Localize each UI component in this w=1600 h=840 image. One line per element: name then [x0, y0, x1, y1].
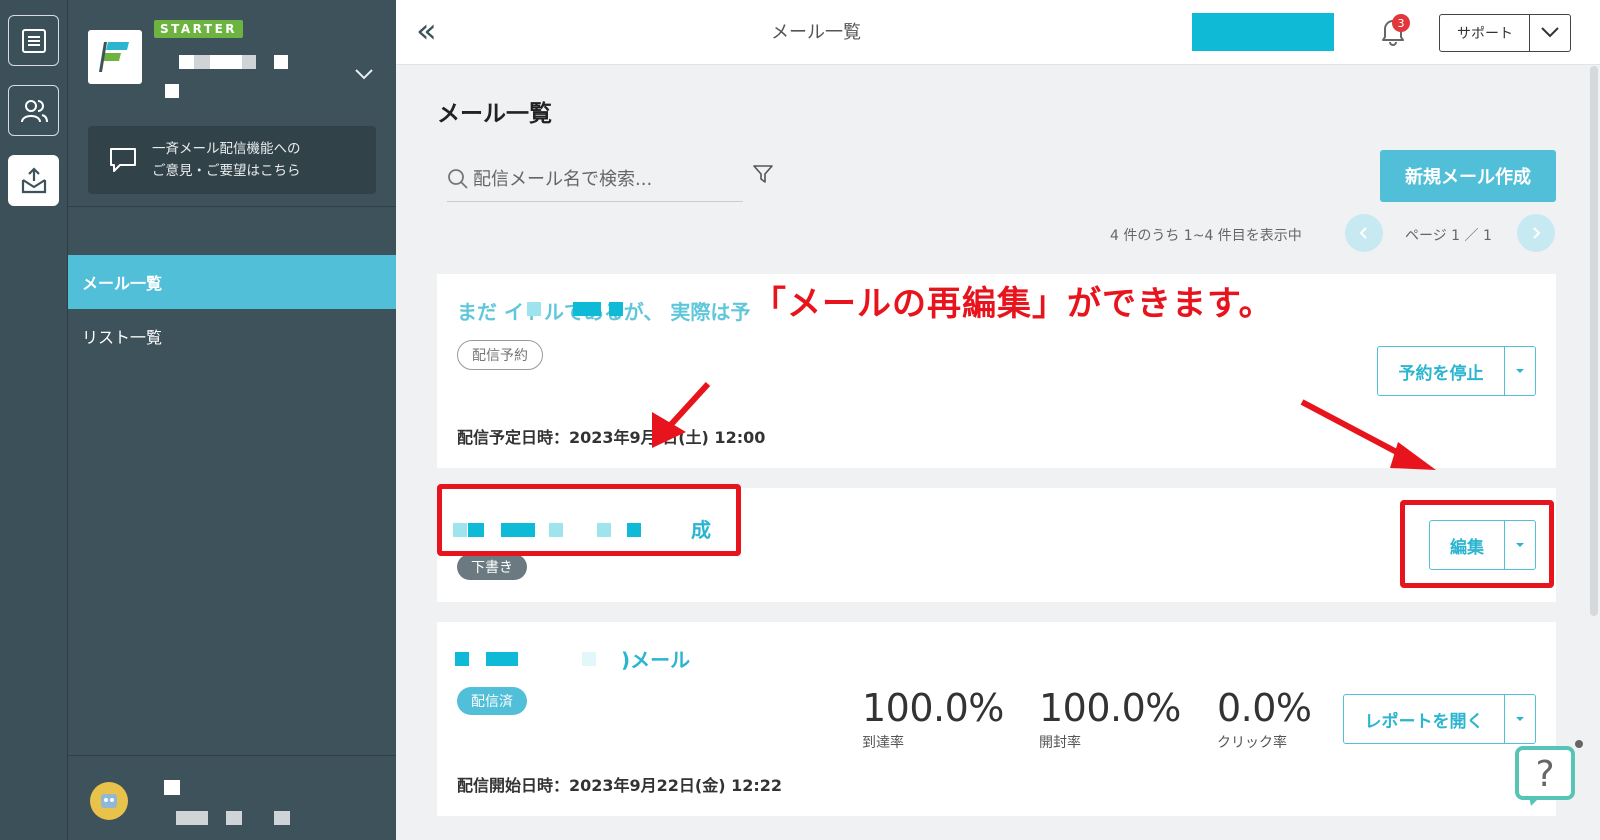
account-name-redacted [242, 55, 256, 69]
open-report-button[interactable]: レポートを開く [1343, 694, 1536, 744]
feedback-line: 一斉メール配信機能への [152, 141, 301, 157]
mail-title[interactable]: まだ イトルであるが、 実際は予 [457, 296, 750, 325]
caret-down-icon[interactable] [1504, 347, 1534, 395]
account-name-redacted [165, 84, 179, 98]
account-name-redacted [210, 55, 242, 69]
nav-label: メール一覧 [82, 274, 163, 293]
title-redacted [573, 302, 601, 316]
notification-badge: 3 [1392, 14, 1410, 32]
stop-schedule-label: 予約を停止 [1398, 363, 1484, 384]
caret-down-icon[interactable] [1504, 695, 1534, 743]
divider [68, 206, 396, 207]
divider [68, 755, 396, 756]
page-title: メール一覧 [437, 101, 552, 127]
stat-value: 100.0% [862, 686, 1004, 730]
feedback-link[interactable]: 一斉メール配信機能への ご意見・ご要望はこちら [88, 126, 376, 194]
speech-bubble-icon [110, 148, 136, 172]
open-rate: 100.0% 開封率 [1039, 686, 1181, 752]
prev-page-button[interactable] [1345, 214, 1383, 252]
new-mail-button[interactable]: 新規メール作成 [1380, 150, 1556, 202]
mail-send-icon[interactable] [8, 155, 59, 206]
chevron-left-icon [1359, 227, 1367, 239]
stat-label: クリック率 [1217, 735, 1287, 751]
users-icon[interactable] [8, 85, 59, 136]
title-redacted [582, 652, 596, 666]
redacted-banner [1192, 13, 1334, 51]
list-icon[interactable] [8, 15, 59, 66]
stop-schedule-button[interactable]: 予約を停止 [1377, 346, 1536, 396]
title-redacted [486, 652, 518, 666]
support-dropdown[interactable]: サポート [1439, 14, 1571, 52]
scheduled-date: 配信予定日時：2023年9月 日(土) 12:00 [457, 428, 766, 447]
mail-title[interactable]: )メール [621, 644, 690, 673]
annotation-text: 「メールの再編集」ができます。 [752, 284, 1274, 324]
stat-label: 開封率 [1039, 735, 1081, 751]
header-title: メール一覧 [771, 22, 861, 43]
annotation-highlight-edit [1400, 500, 1554, 588]
stat-label: 到達率 [862, 735, 904, 751]
feedback-line: ご意見・ご要望はこちら [152, 163, 301, 179]
nav-label: リスト一覧 [82, 328, 163, 347]
account-name-redacted [274, 55, 288, 69]
filter-icon[interactable] [752, 163, 774, 185]
title-redacted [527, 302, 541, 316]
chevron-down-icon[interactable] [354, 66, 374, 85]
chevron-down-icon [1541, 27, 1559, 38]
app-logo [88, 30, 142, 84]
mail-card[interactable]: )メール 配信済 100.0% 到達率 100.0% 開封率 0.0% クリック… [437, 622, 1556, 816]
click-rate: 0.0% クリック率 [1217, 686, 1312, 752]
user-name-redacted [274, 811, 290, 825]
search-icon [448, 169, 468, 189]
title-redacted [609, 302, 623, 316]
stat-value: 0.0% [1217, 686, 1312, 730]
icon-rail [0, 0, 68, 840]
user-name-redacted [226, 811, 242, 825]
help-question-icon: ? [1515, 740, 1583, 806]
result-count: 4 件のうち 1~4 件目を表示中 [1110, 228, 1302, 244]
sent-date: 配信開始日時：2023年9月22日(金) 12:22 [457, 776, 783, 795]
search-input[interactable] [473, 164, 733, 194]
feedback-text: 一斉メール配信機能への ご意見・ご要望はこちら [152, 138, 301, 182]
sidebar: STARTER 一斉メール配信機能への ご意見・ご要望はこちら メール一覧 リス… [68, 0, 396, 840]
svg-text:?: ? [1535, 754, 1554, 795]
stat-value: 100.0% [1039, 686, 1181, 730]
chevron-right-icon [1533, 227, 1541, 239]
status-badge: 配信済 [457, 687, 527, 715]
help-widget[interactable]: ? [1515, 740, 1585, 810]
page-indicator: ページ 1 ／ 1 [1405, 228, 1492, 244]
status-badge: 下書き [457, 554, 527, 580]
search-box [447, 156, 743, 202]
status-badge: 配信予約 [457, 340, 543, 370]
nav-item-mail-list[interactable]: メール一覧 [68, 255, 396, 309]
avatar[interactable] [90, 782, 128, 820]
next-page-button[interactable] [1517, 214, 1555, 252]
plan-badge: STARTER [154, 20, 244, 38]
title-redacted [455, 652, 469, 666]
user-name-redacted [176, 811, 208, 825]
user-name-redacted [164, 780, 180, 795]
annotation-highlight-title [437, 484, 741, 556]
top-bar: « メール一覧 3 サポート [396, 0, 1600, 65]
delivery-rate: 100.0% 到達率 [862, 686, 1004, 752]
divider [1529, 15, 1530, 51]
account-name-redacted [194, 55, 210, 69]
open-report-label: レポートを開く [1364, 711, 1484, 732]
nav-item-list[interactable]: リスト一覧 [68, 309, 396, 363]
support-label: サポート [1457, 26, 1513, 42]
scrollbar[interactable] [1590, 66, 1598, 616]
